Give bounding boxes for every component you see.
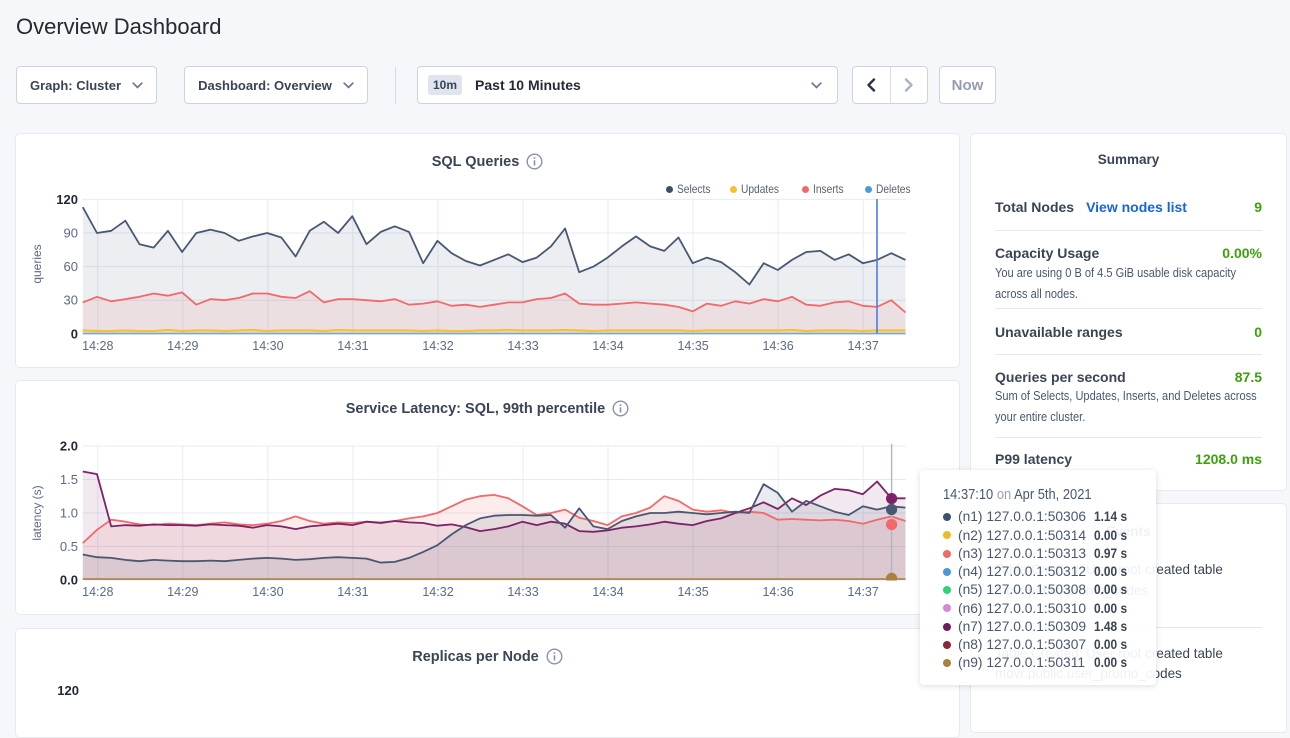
svg-text:14:36: 14:36 [762,585,793,599]
svg-text:14:33: 14:33 [507,339,538,353]
svg-text:0.0: 0.0 [60,573,78,588]
svg-text:latency (s): latency (s) [30,485,44,540]
svg-text:14:37: 14:37 [848,585,879,599]
svg-text:14:34: 14:34 [592,585,623,599]
svg-text:120: 120 [57,683,79,698]
svg-text:120: 120 [56,192,78,207]
svg-text:14:28: 14:28 [82,339,113,353]
svg-text:14:30: 14:30 [252,585,283,599]
svg-text:14:35: 14:35 [677,339,708,353]
svg-text:14:32: 14:32 [422,339,453,353]
svg-text:30: 30 [64,293,78,308]
svg-text:queries: queries [30,244,44,283]
svg-text:14:30: 14:30 [252,339,283,353]
svg-text:60: 60 [64,259,78,274]
svg-text:1.5: 1.5 [60,472,78,487]
svg-text:14:28: 14:28 [82,585,113,599]
svg-text:14:32: 14:32 [422,585,453,599]
svg-text:0.5: 0.5 [60,539,78,554]
svg-text:14:34: 14:34 [592,339,623,353]
svg-text:14:37: 14:37 [848,339,879,353]
svg-text:1.0: 1.0 [60,506,78,521]
svg-text:14:33: 14:33 [507,585,538,599]
svg-text:2.0: 2.0 [60,439,78,454]
svg-text:0: 0 [71,326,78,341]
svg-text:14:31: 14:31 [337,585,368,599]
svg-text:90: 90 [64,226,78,241]
svg-text:14:29: 14:29 [167,585,198,599]
svg-text:14:31: 14:31 [337,339,368,353]
svg-text:14:29: 14:29 [167,339,198,353]
svg-text:14:36: 14:36 [762,339,793,353]
svg-text:14:35: 14:35 [677,585,708,599]
